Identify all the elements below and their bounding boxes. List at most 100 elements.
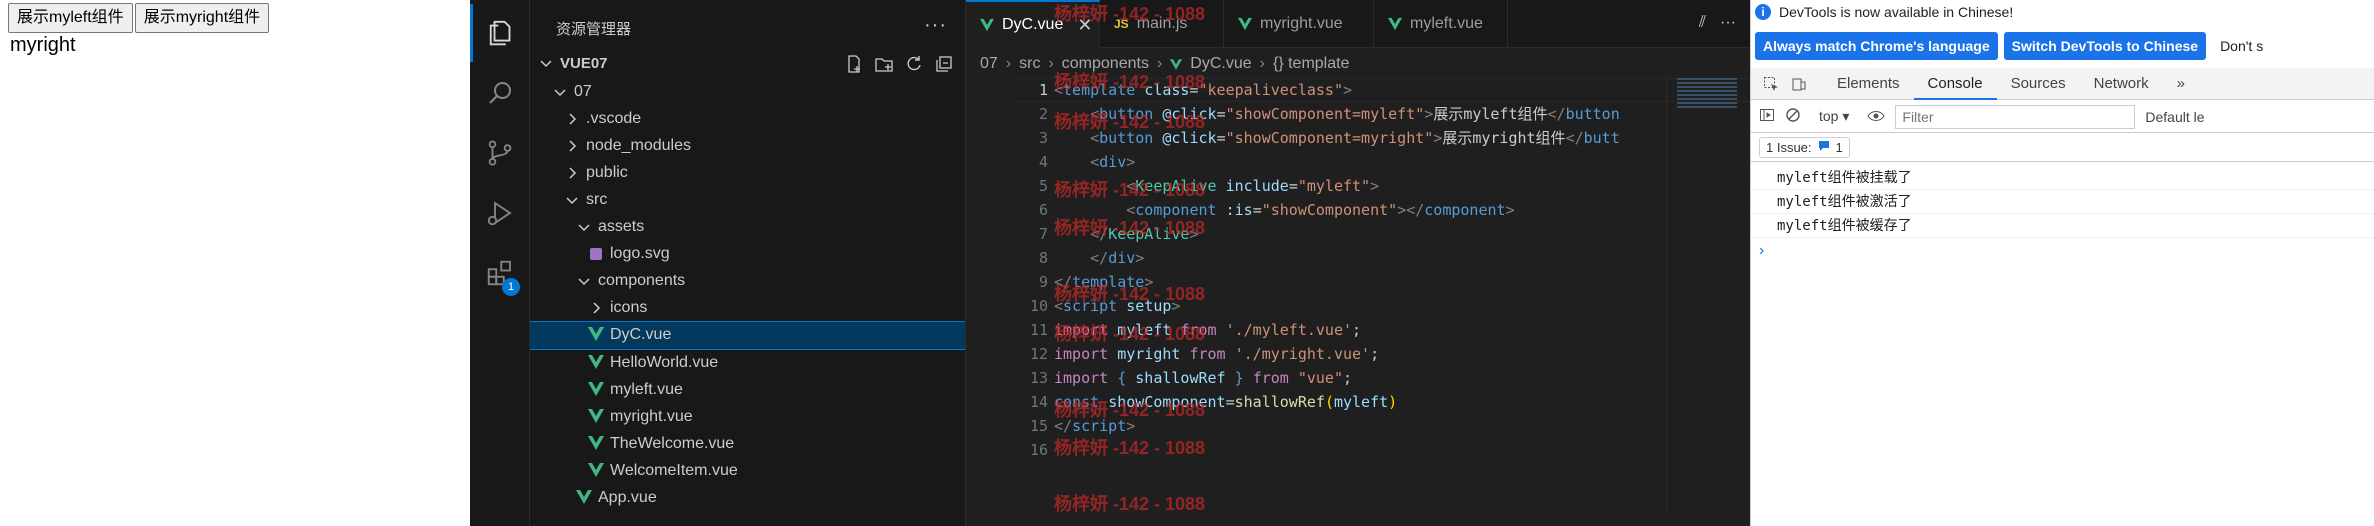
console-filter-input[interactable] [1895, 104, 2136, 129]
svg-file-icon [588, 246, 604, 262]
inspect-element-icon[interactable] [1757, 70, 1785, 98]
code-line: <KeepAlive include="myleft"> [1126, 177, 1380, 195]
refresh-icon[interactable] [904, 54, 924, 74]
tab-main-js[interactable]: JS main.js [1100, 0, 1224, 48]
code-line: </template> [1054, 273, 1154, 291]
vue-file-icon [588, 354, 604, 371]
tree-item-public[interactable]: public [530, 159, 965, 186]
context-selector[interactable]: top ▾ [1819, 108, 1849, 125]
breadcrumb-item[interactable]: components [1062, 55, 1149, 73]
rendered-page: 展示myleft组件 展示myright组件 myright [0, 0, 470, 526]
tab-network[interactable]: Network [2080, 68, 2163, 100]
tree-item-label: node_modules [586, 136, 691, 154]
issues-bar: 1 Issue: 1 [1751, 134, 2374, 162]
tree-item-07[interactable]: 07 [530, 78, 965, 105]
tab-label: myright.vue [1260, 15, 1343, 32]
tree-item-myright-vue[interactable]: myright.vue [530, 403, 965, 430]
tree-item-components[interactable]: components [530, 268, 965, 295]
chevron-right-icon [564, 111, 580, 127]
breadcrumb-item[interactable]: {} template [1273, 55, 1350, 73]
workspace-root-label: VUE07 [560, 54, 608, 72]
breadcrumb-separator-icon: › [1156, 55, 1163, 72]
breadcrumb-item[interactable]: DyC.vue [1190, 55, 1251, 73]
minimap[interactable] [1666, 76, 1750, 516]
tree-item-vscode[interactable]: .vscode [530, 105, 965, 132]
tree-item-label: TheWelcome.vue [610, 434, 735, 452]
code-line: <button @click="showComponent=myright">展… [1090, 129, 1620, 147]
switch-language-button[interactable]: Switch DevTools to Chinese [2003, 32, 2207, 60]
component-output: myright [10, 34, 76, 56]
tab-label: main.js [1136, 15, 1188, 32]
tree-item-welcomeitem-vue[interactable]: WelcomeItem.vue [530, 457, 965, 484]
collapse-all-icon[interactable] [934, 54, 954, 74]
chevron-down-icon [564, 192, 580, 208]
breadcrumb-item[interactable]: src [1019, 55, 1040, 73]
tree-item-label: components [598, 272, 686, 290]
vue-file-icon [1170, 58, 1183, 70]
show-myright-button[interactable]: 展示myright组件 [134, 3, 270, 33]
show-myleft-button[interactable]: 展示myleft组件 [8, 3, 133, 33]
more-actions-icon[interactable]: ··· [1720, 14, 1736, 32]
sidebar-toggle-icon[interactable] [1759, 107, 1775, 126]
chevron-right-icon [564, 165, 580, 181]
tab-sources[interactable]: Sources [1997, 68, 2080, 100]
tree-item-icons[interactable]: icons [530, 295, 965, 322]
code-line: import myright from './myright.vue'; [1054, 345, 1380, 363]
explorer-activity[interactable] [470, 4, 530, 62]
tree-item-dyc-vue[interactable]: DyC.vue [530, 320, 965, 350]
tab-elements[interactable]: Elements [1823, 68, 1914, 100]
infobar-message: DevTools is now available in Chinese! [1779, 4, 2014, 20]
tree-item-assets[interactable]: assets [530, 214, 965, 241]
tab-dyc-vue[interactable]: DyC.vue ✕ [966, 0, 1100, 48]
explorer-more-button[interactable]: ··· [924, 14, 947, 37]
more-tabs-icon[interactable]: » [2163, 68, 2199, 100]
code-line: import { shallowRef } from "vue"; [1054, 369, 1353, 387]
vue-file-icon [980, 18, 994, 32]
console-prompt[interactable]: › [1759, 242, 1764, 260]
issues-counter[interactable]: 1 Issue: 1 [1759, 137, 1850, 158]
tree-item-helloworld-vue[interactable]: HelloWorld.vue [530, 349, 965, 376]
tree-item-label: WelcomeItem.vue [610, 461, 738, 479]
live-expression-eye-icon[interactable] [1867, 109, 1885, 125]
tree-item-node-modules[interactable]: node_modules [530, 132, 965, 159]
match-language-button[interactable]: Always match Chrome's language [1755, 32, 1998, 60]
vue-file-icon [588, 462, 604, 479]
clear-console-icon[interactable] [1785, 107, 1801, 126]
tab-myright-vue[interactable]: myright.vue [1224, 0, 1374, 48]
dont-show-button[interactable]: Don't s [2212, 32, 2272, 60]
code-line: <div> [1090, 153, 1136, 171]
search-activity[interactable] [470, 64, 530, 122]
line-number: 7 [1038, 225, 1048, 243]
device-toolbar-icon[interactable] [1785, 70, 1813, 98]
new-file-icon[interactable] [844, 54, 864, 74]
workspace-root[interactable]: VUE07 [530, 48, 965, 78]
run-debug-icon [487, 201, 512, 226]
chevron-down-icon [552, 84, 568, 100]
devtools-panel: i DevTools is now available in Chinese! … [1750, 0, 2374, 526]
vue-file-icon [588, 327, 604, 343]
source-control-activity[interactable] [470, 124, 530, 182]
code-editor[interactable]: <template class="keepaliveclass"> <butto… [1054, 78, 1674, 518]
tree-item-myleft-vue[interactable]: myleft.vue [530, 376, 965, 403]
close-icon[interactable]: ✕ [1077, 15, 1092, 36]
chevron-down-icon [576, 219, 592, 235]
breadcrumb: 07 › src › components › DyC.vue › {} templat… [980, 52, 1349, 76]
vue-file-icon [588, 408, 604, 425]
tab-console[interactable]: Console [1913, 68, 1997, 100]
tree-item-src[interactable]: src [530, 186, 965, 213]
breadcrumb-item[interactable]: 07 [980, 55, 998, 73]
tab-myleft-vue[interactable]: myleft.vue [1374, 0, 1508, 48]
extensions-activity[interactable]: 1 [470, 244, 530, 302]
tree-item-app-vue[interactable]: App.vue [530, 485, 965, 512]
tree-item-thewelcome-vue[interactable]: TheWelcome.vue [530, 430, 965, 457]
line-number: 11 [1029, 321, 1048, 339]
line-number: 15 [1029, 417, 1048, 435]
code-line: import myleft from './myleft.vue'; [1054, 321, 1362, 339]
log-levels-dropdown[interactable]: Default le [2145, 109, 2204, 125]
run-debug-activity[interactable] [470, 184, 530, 242]
chevron-down-icon [576, 273, 592, 289]
line-number: 14 [1029, 393, 1048, 411]
tree-item-logo-svg[interactable]: logo.svg [530, 241, 965, 268]
new-folder-icon[interactable] [874, 54, 894, 74]
split-editor-icon[interactable]: ⫽ [1699, 14, 1706, 32]
